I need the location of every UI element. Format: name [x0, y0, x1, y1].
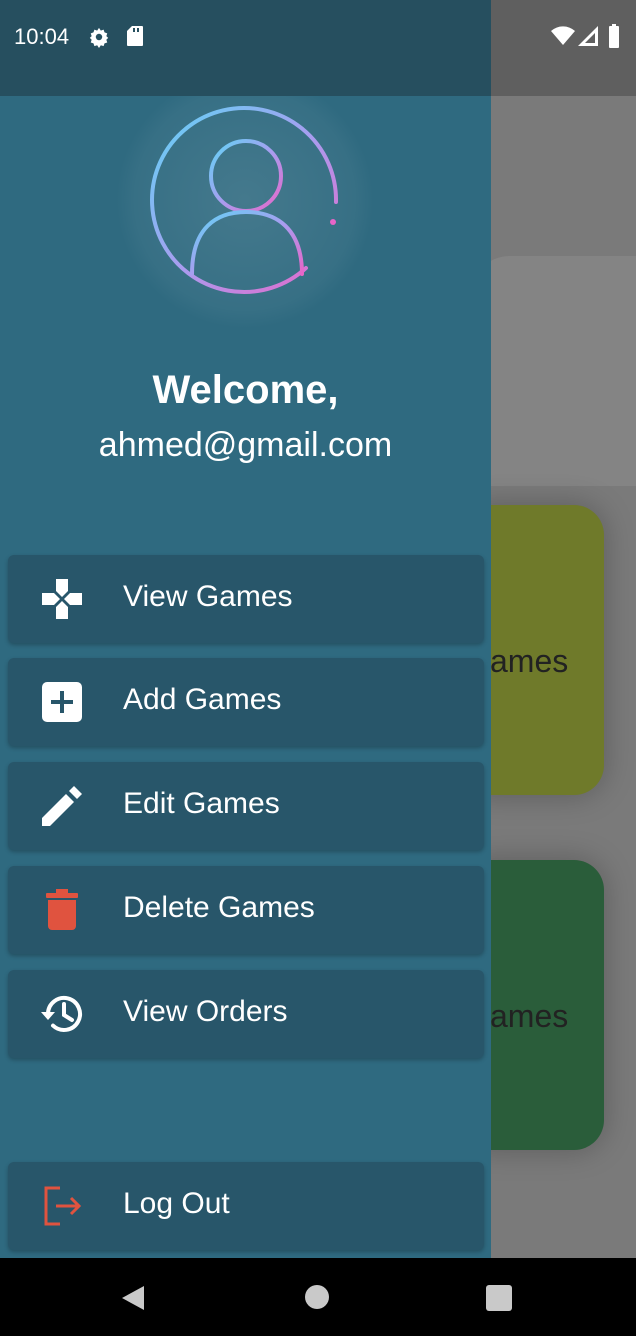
menu-item-view-orders[interactable]: View Orders — [8, 970, 484, 1058]
menu-item-label: Add Games — [123, 683, 282, 716]
user-email: ahmed@gmail.com — [98, 426, 393, 464]
sd-card-icon — [127, 26, 143, 46]
status-bar-scrim-part — [491, 0, 636, 96]
menu-item-label: View Games — [123, 580, 293, 613]
menu-item-edit-games[interactable]: Edit Games — [8, 762, 484, 850]
user-avatar-icon — [150, 106, 339, 294]
menu-item-label: Edit Games — [123, 787, 280, 820]
welcome-heading: Welcome, — [152, 368, 339, 412]
menu-item-label: Delete Games — [123, 891, 315, 924]
menu-item-label: Log Out — [123, 1187, 230, 1220]
menu-item-view-games[interactable]: View Games — [8, 555, 484, 643]
wifi-icon — [551, 26, 575, 45]
signal-icon — [578, 26, 598, 46]
menu-item-delete-games[interactable]: Delete Games — [8, 866, 484, 954]
navigation-drawer: Welcome, ahmed@gmail.com View Games Add … — [0, 0, 491, 1258]
menu-item-add-games[interactable]: Add Games — [8, 658, 484, 746]
menu-item-label: View Orders — [123, 995, 288, 1028]
logout-button[interactable]: Log Out — [8, 1162, 484, 1250]
status-time: 10:04 — [14, 24, 70, 49]
status-bar-drawer-part — [0, 0, 491, 96]
background-card-label: ames — [490, 998, 569, 1034]
battery-icon — [609, 24, 619, 48]
app-screen: ames ames Welcome, ahmed@gmail.com View … — [0, 0, 636, 1336]
add-box-icon — [42, 682, 82, 722]
recent-apps-icon[interactable] — [486, 1285, 512, 1311]
background-header-card — [470, 256, 636, 486]
gear-icon — [89, 27, 109, 48]
status-bar: 10:04 — [0, 0, 636, 96]
gamepad-icon — [42, 579, 82, 619]
pencil-icon — [42, 786, 82, 826]
logout-icon — [44, 1186, 82, 1226]
history-icon — [41, 996, 82, 1032]
back-icon[interactable] — [118, 1283, 148, 1313]
home-icon[interactable] — [305, 1285, 329, 1309]
trash-icon — [46, 889, 78, 930]
background-card-label: ames — [490, 643, 569, 679]
